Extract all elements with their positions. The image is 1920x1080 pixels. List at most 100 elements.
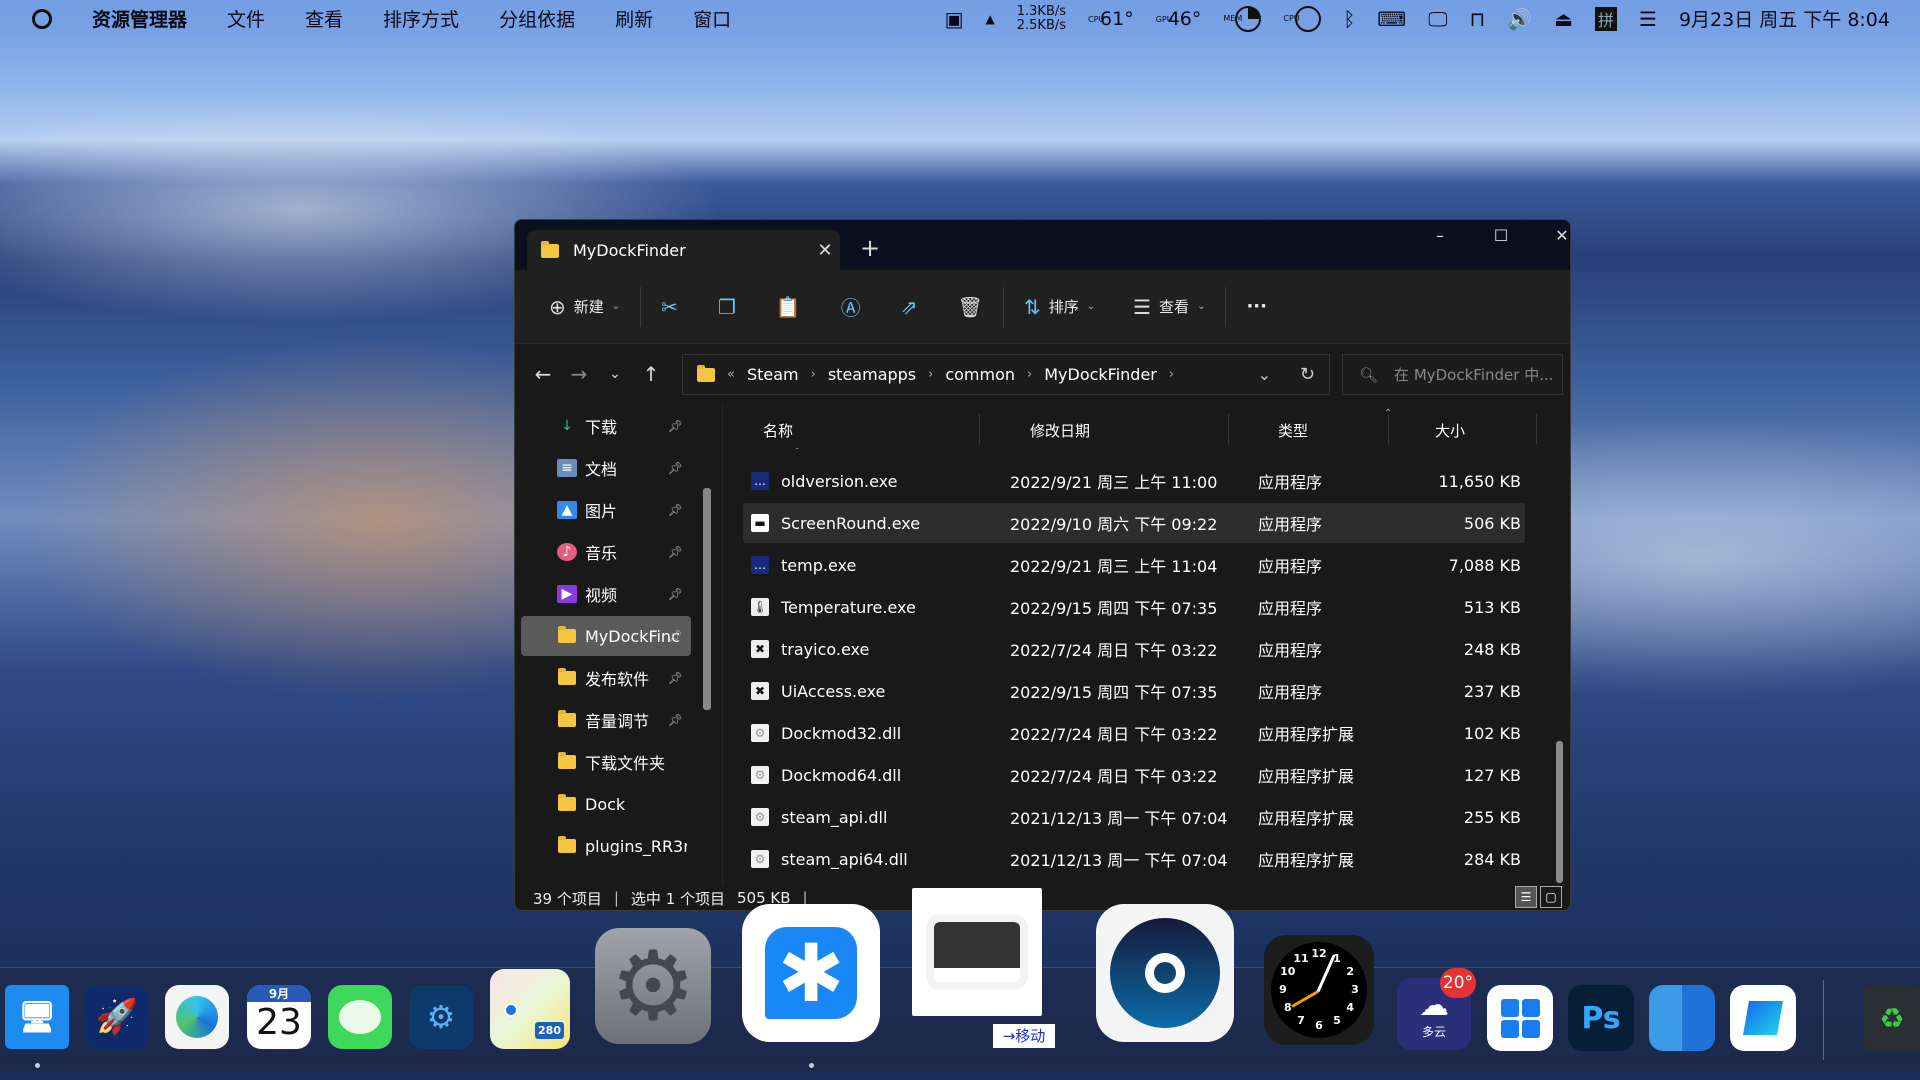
dock-maps[interactable]: 280	[490, 969, 570, 1049]
control-center-icon[interactable]: ☰	[1639, 7, 1657, 31]
sidebar-item[interactable]: ▶ 视频 📌︎	[521, 574, 691, 614]
rename-button[interactable]: Ⓐ	[831, 287, 871, 327]
file-row[interactable]: ⚙ steam_api.dll 2021/12/13 周一 下午 07:04 应用程序…	[743, 797, 1525, 837]
file-row[interactable]: ✖ UiAccess.exe 2022/9/15 周四 下午 07:35 应用程序 23…	[743, 671, 1525, 711]
more-options-button[interactable]: ···	[1236, 287, 1277, 327]
file-row[interactable]: ⚙ Dockmod32.dll 2022/7/24 周日 下午 03:22 应用程序扩…	[743, 713, 1525, 753]
dock-steam[interactable]	[1096, 904, 1234, 1042]
sidebar-item[interactable]: ▲ 图片 📌︎	[521, 490, 691, 530]
sidebar-scrollbar[interactable]	[703, 488, 711, 710]
chevron-right-icon[interactable]: ›	[928, 367, 933, 382]
dock-launchpad[interactable]: 🚀	[85, 985, 149, 1049]
network-icon[interactable]: ⊓	[1470, 7, 1486, 31]
sidebar-item[interactable]: MyDockFinc 📌︎	[521, 616, 691, 656]
delete-button[interactable]: 🗑	[948, 287, 993, 327]
pin-icon[interactable]: 📌︎	[668, 671, 683, 685]
file-row[interactable]: ✖ trayico.exe 2022/7/24 周日 下午 03:22 应用程序 248…	[743, 629, 1525, 669]
breadcrumb-mydockfinder[interactable]: MyDockFinder	[1044, 365, 1157, 384]
breadcrumb-common[interactable]: common	[945, 365, 1015, 384]
close-tab-button[interactable]: ✕	[810, 240, 840, 261]
close-window-button[interactable]: ✕	[1542, 226, 1570, 245]
column-divider[interactable]	[1228, 414, 1229, 444]
details-view-button[interactable]: ☰	[1515, 886, 1537, 908]
breadcrumb-steam[interactable]: Steam	[747, 365, 799, 384]
column-divider[interactable]	[1536, 414, 1537, 444]
sidebar-item[interactable]: plugins_RR3r8z	[521, 826, 691, 866]
breadcrumb-steamapps[interactable]: steamapps	[828, 365, 916, 384]
dock-system-preferences[interactable]: ⚙	[595, 928, 711, 1044]
file-row[interactable]: ⚙ steam_api64.dll 2021/12/13 周一 下午 07:04 应用…	[743, 839, 1525, 879]
dock-edge[interactable]	[165, 985, 229, 1049]
copy-button[interactable]: ❐	[708, 287, 746, 327]
file-row[interactable]: … oldversion.exe 2022/9/21 周三 上午 11:00 应用程序…	[743, 461, 1525, 501]
dock-todesk[interactable]	[1730, 985, 1796, 1051]
volume-icon[interactable]: 🔊	[1507, 7, 1532, 31]
column-type[interactable]: 类型	[1278, 420, 1308, 441]
large-icons-view-button[interactable]: ▢	[1540, 886, 1562, 908]
pin-icon[interactable]: 📌︎	[668, 545, 683, 559]
share-button[interactable]: ⇗	[891, 287, 928, 327]
search-input[interactable]: 🔍︎ 在 MyDockFinder 中...	[1342, 354, 1563, 395]
maximize-button[interactable]: ☐	[1481, 226, 1521, 245]
refresh-icon[interactable]: ↻	[1300, 364, 1315, 385]
pin-icon[interactable]: 📌︎	[668, 629, 683, 643]
recent-locations-button[interactable]: ⌄	[597, 366, 633, 382]
back-button[interactable]: ←	[525, 362, 561, 386]
dock-dingtalk[interactable]: ✱	[742, 904, 880, 1042]
dock-windows-start[interactable]	[1487, 985, 1553, 1051]
breadcrumb-overflow[interactable]: «	[727, 367, 735, 382]
file-row[interactable]: 🌡 Temperature.exe 2022/9/15 周四 下午 07:35 应用程…	[743, 587, 1525, 627]
menu-view[interactable]: 查看	[305, 5, 343, 32]
cpu-usage[interactable]: CPU	[1283, 5, 1322, 32]
pin-icon[interactable]: 📌︎	[668, 713, 683, 727]
menu-refresh[interactable]: 刷新	[615, 5, 653, 32]
clock-datetime[interactable]: 9月23日 周五 下午 8:04	[1679, 5, 1890, 32]
column-divider[interactable]	[1388, 414, 1389, 444]
gpu-temp[interactable]: GPU46°	[1156, 8, 1202, 30]
file-list-scrollbar[interactable]	[1556, 741, 1563, 883]
column-size[interactable]: 大小	[1435, 420, 1465, 441]
address-bar[interactable]: « Steam › steamapps › common › MyDockFinder…	[682, 354, 1330, 395]
menu-sort[interactable]: 排序方式	[383, 5, 459, 32]
input-method[interactable]: 拼	[1594, 6, 1617, 31]
app-status-icon[interactable]: ▣	[945, 7, 964, 31]
bluetooth-icon[interactable]: ᛒ	[1343, 7, 1355, 31]
up-button[interactable]: ↑	[633, 362, 669, 386]
eject-icon[interactable]: ⏏	[1554, 7, 1573, 31]
menu-group[interactable]: 分组依据	[499, 5, 575, 32]
column-divider[interactable]	[979, 414, 980, 444]
dock-finder-computer[interactable]: 🖥	[5, 985, 69, 1049]
keyboard-icon[interactable]: ⌨	[1377, 7, 1406, 31]
dock-trash[interactable]: ♻	[1864, 985, 1920, 1051]
view-button[interactable]: ☰ 查看 ⌄	[1123, 287, 1215, 327]
column-date[interactable]: 修改日期	[1030, 420, 1090, 441]
sidebar-item[interactable]: ≡ 文档 📌︎	[521, 448, 691, 488]
sidebar-item[interactable]: 发布软件 📌︎	[521, 658, 691, 698]
chevron-right-icon[interactable]: ›	[1169, 367, 1174, 382]
pin-icon[interactable]: 📌︎	[668, 461, 683, 475]
menu-window[interactable]: 窗口	[693, 5, 731, 32]
display-icon[interactable]: 🖵	[1428, 7, 1447, 31]
address-dropdown-icon[interactable]: ⌄	[1258, 365, 1271, 384]
file-row[interactable]: ▬ ScreenRound.exe 2022/9/10 周六 下午 09:22 应用程…	[743, 503, 1525, 543]
file-row[interactable]: ⚙ Dockmod64.dll 2022/7/24 周日 下午 03:22 应用程序扩…	[743, 755, 1525, 795]
sort-button[interactable]: ⇅ 排序 ⌄	[1014, 287, 1105, 327]
app-menu[interactable]: 资源管理器	[92, 5, 187, 32]
pin-icon[interactable]: 📌︎	[668, 503, 683, 517]
sidebar-item[interactable]: ♪ 音乐 📌︎	[521, 532, 691, 572]
dock-tiles-app[interactable]	[1649, 985, 1715, 1051]
dock-clock[interactable]: 12 1 2 3 4 5 6 7 8 9 10 11	[1264, 935, 1374, 1045]
new-tab-button[interactable]: +	[860, 234, 880, 262]
pin-icon[interactable]: 📌︎	[668, 587, 683, 601]
new-button[interactable]: ⊕ 新建 ⌄	[539, 287, 630, 327]
minimize-button[interactable]: –	[1420, 226, 1460, 245]
dock-photoshop[interactable]: Ps	[1568, 985, 1634, 1051]
memory-usage[interactable]: MEM	[1223, 5, 1262, 32]
tab-mydockfinder[interactable]: MyDockFinder ✕	[527, 230, 840, 271]
sidebar-item[interactable]: 下载文件夹	[521, 742, 691, 782]
forward-button[interactable]: →	[561, 362, 597, 386]
paste-button[interactable]: 📋	[766, 287, 811, 327]
column-name[interactable]: 名称	[763, 420, 793, 441]
dock-calendar[interactable]: 9月 23	[247, 985, 311, 1049]
dock-messages[interactable]	[328, 985, 392, 1049]
